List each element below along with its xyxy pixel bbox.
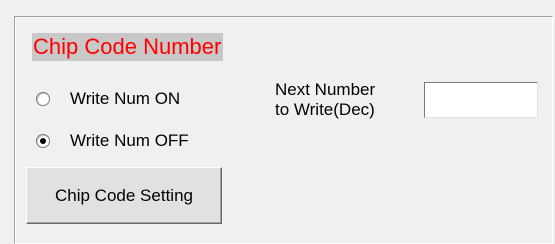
group-title: Chip Code Number [32,33,224,61]
radio-selected-icon[interactable] [36,134,50,148]
next-number-label-line2: to Write(Dec) [275,100,375,119]
radio-circle-icon[interactable] [36,92,50,106]
next-number-input[interactable] [424,82,538,118]
chip-code-panel: Chip Code Number Write Num ON Write Num … [0,0,555,244]
radio-write-num-off[interactable]: Write Num OFF [36,129,189,153]
next-number-label: Next Number to Write(Dec) [275,80,375,120]
radio-write-num-on[interactable]: Write Num ON [36,87,180,111]
radio-dot-icon [40,138,46,144]
chip-code-setting-button[interactable]: Chip Code Setting [26,167,222,224]
next-number-label-line1: Next Number [275,80,376,99]
radio-label-write-num-on: Write Num ON [70,89,181,108]
radio-label-write-num-off: Write Num OFF [70,131,189,150]
